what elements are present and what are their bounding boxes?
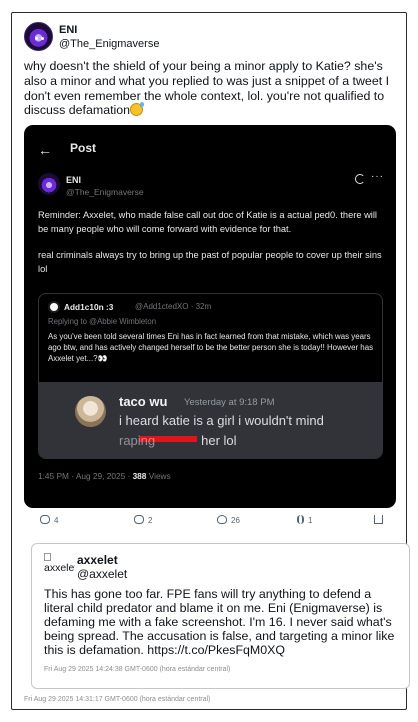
post-paragraph: Reminder: Axxelet, who made false call o… (38, 210, 378, 234)
broken-image-icon (44, 553, 51, 561)
author-handle[interactable]: @axxelet (77, 567, 127, 581)
reply-button[interactable]: 4 (40, 515, 58, 525)
like-button[interactable]: 26 (217, 515, 240, 525)
replying-to: Replying to @Abbie Wimbleton (48, 317, 157, 326)
views-label: Views (146, 471, 171, 481)
author-name[interactable]: ENI (59, 24, 77, 36)
quote-text: As you've been told several times Eni ha… (48, 332, 374, 364)
action-bar: 4 2 26 1 (24, 513, 396, 531)
post-title: Post (70, 141, 97, 155)
chat-timestamp: Yesterday at 9:18 PM (184, 397, 275, 408)
quote-handle-time: @Add1ctedXO · 32m (135, 302, 212, 311)
avatar[interactable]: axxelet (44, 553, 75, 583)
more-icon: ··· (371, 171, 384, 182)
post-text: Reminder: Axxelet, who made false call o… (38, 209, 384, 276)
heart-icon (217, 515, 227, 524)
tweet-text: why doesn't the shield of your being a m… (24, 59, 396, 118)
avatar (38, 173, 60, 195)
avatar-eye-icon (41, 37, 44, 40)
quote-author-name: Add1c10n :3 (64, 302, 114, 312)
avatar[interactable] (24, 22, 53, 51)
share-icon (374, 515, 383, 524)
author-name[interactable]: axxelet (77, 553, 118, 567)
post-meta: 1:45 PM · Aug 29, 2025 · 388 Views (38, 471, 171, 481)
post-paragraph: real criminals always try to bring up th… (38, 250, 382, 274)
chat-message-line: raping her lol (119, 433, 237, 448)
embedded-screenshot[interactable]: ← Post ENI @The_Enigmaverse ··· Reminder… (24, 125, 396, 508)
tweet-text: This has gone too far. FPE fans will try… (44, 587, 395, 657)
avatar-alt-text: axxelet (44, 562, 75, 574)
tweet-text-body: why doesn't the shield of your being a m… (24, 59, 390, 118)
tweet-timestamp: Fri Aug 29 2025 14:24:38 GMT-0600 (hora … (44, 666, 231, 673)
tweet-header: ENI @The_Enigmaverse (24, 22, 394, 62)
share-button[interactable] (374, 515, 387, 525)
cat-avatar (75, 396, 106, 427)
like-count: 26 (231, 516, 240, 525)
tweet-timestamp: Fri Aug 29 2025 14:31:17 GMT-0600 (hora … (24, 696, 211, 703)
reply-icon (40, 515, 50, 524)
views-button[interactable]: 1 (297, 515, 312, 525)
avatar-eye-icon (35, 37, 38, 40)
quoted-tweet-card[interactable]: axxelet axxelet @axxelet This has gone t… (31, 543, 410, 689)
repost-button[interactable]: 2 (134, 515, 152, 525)
chat-message-line: i heard katie is a girl i wouldn't mind (119, 413, 324, 428)
reply-count: 4 (54, 516, 59, 525)
chat-username: taco wu (119, 394, 168, 409)
chat-message-image: taco wu Yesterday at 9:18 PM i heard kat… (39, 382, 382, 458)
archived-tweet-frame: ENI @The_Enigmaverse why doesn't the shi… (11, 12, 410, 710)
repost-count: 2 (148, 516, 153, 525)
bar-chart-icon (297, 515, 304, 524)
author-handle[interactable]: @The_Enigmaverse (59, 38, 159, 50)
view-count: 388 (132, 471, 147, 481)
post-time: 1:45 PM · Aug 29, 2025 · (38, 471, 133, 481)
author-handle: @The_Enigmaverse (66, 187, 144, 197)
sweat-smile-emoji-icon (130, 102, 145, 117)
avatar (48, 301, 60, 313)
author-name: ENI (66, 175, 82, 185)
quoted-post: Add1c10n :3 @Add1ctedXO · 32m Replying t… (38, 293, 383, 459)
chat-message-end: her lol (201, 433, 237, 448)
chat-hidden-word: raping (119, 433, 156, 448)
views-count: 1 (308, 516, 313, 525)
repost-icon (134, 515, 144, 524)
back-arrow-icon: ← (38, 142, 52, 158)
grok-icon (355, 174, 365, 184)
